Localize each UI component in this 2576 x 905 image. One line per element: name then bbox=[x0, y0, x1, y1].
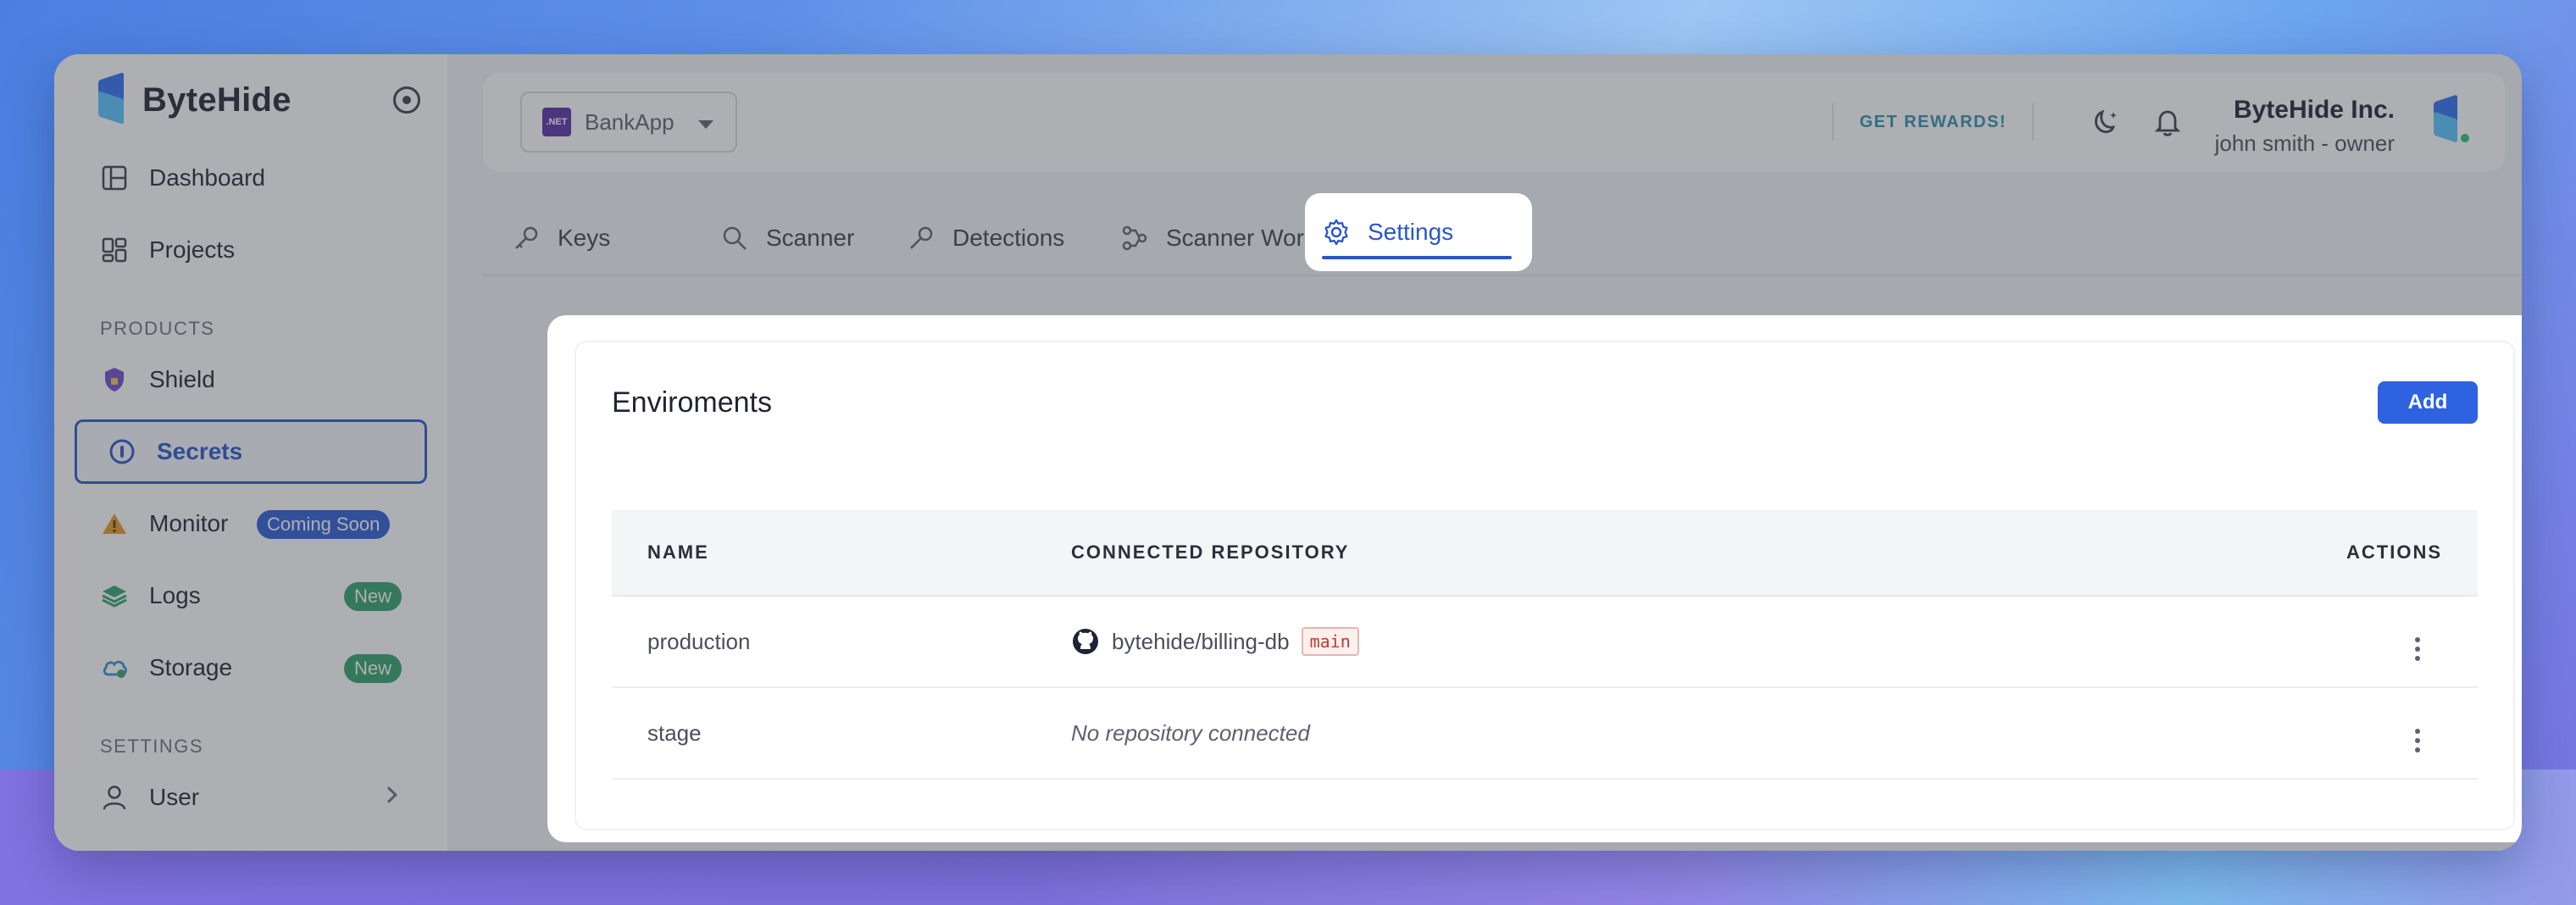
branch-badge: main bbox=[1301, 627, 1359, 656]
monitor-icon bbox=[100, 509, 129, 538]
top-bar: .NET BankApp GET REWARDS! ByteHide Inc. … bbox=[483, 73, 2505, 171]
avatar[interactable] bbox=[2430, 94, 2471, 147]
workflow-icon bbox=[1120, 224, 1149, 253]
github-icon bbox=[1073, 629, 1098, 654]
logs-icon bbox=[100, 581, 129, 610]
tab-settings[interactable]: Settings bbox=[1305, 193, 1532, 271]
sidebar-item-storage[interactable]: Storage New bbox=[75, 636, 427, 700]
brand[interactable]: ByteHide bbox=[75, 71, 427, 129]
sidebar-item-user[interactable]: User bbox=[75, 765, 427, 830]
sidebar-item-logs[interactable]: Logs New bbox=[75, 564, 427, 628]
tab-label: Detections bbox=[952, 225, 1065, 251]
storage-icon bbox=[100, 653, 129, 682]
repository-cell: bytehide/billing-db main bbox=[1071, 627, 2308, 656]
coming-soon-badge: Coming Soon bbox=[257, 510, 391, 539]
scanner-icon bbox=[720, 224, 749, 253]
actions-cell bbox=[2308, 622, 2478, 661]
user-role: john smith - owner bbox=[2214, 130, 2395, 156]
products-section-label: PRODUCTS bbox=[100, 318, 215, 339]
sidebar-item-secrets[interactable]: Secrets bbox=[75, 419, 427, 484]
table-row: production bytehide/billing-db main bbox=[612, 597, 2478, 688]
dashboard-icon bbox=[100, 164, 129, 192]
sidebar-item-label: Secrets bbox=[157, 438, 243, 464]
more-options-icon[interactable] bbox=[2415, 729, 2420, 752]
sidebar-item-monitor[interactable]: Monitor Coming Soon bbox=[75, 491, 427, 556]
tab-settings-spotlight: Settings bbox=[1305, 193, 1532, 280]
new-badge: New bbox=[343, 654, 402, 683]
brand-name: ByteHide bbox=[142, 81, 291, 119]
tab-scanner[interactable]: Scanner bbox=[720, 202, 854, 275]
tab-keys[interactable]: Keys bbox=[512, 202, 610, 275]
table-header: NAME CONNECTED REPOSITORY ACTIONS bbox=[612, 510, 2478, 597]
sidebar-item-label: Storage bbox=[149, 654, 233, 680]
app-window: ByteHide Dashboard Projects PRODUCTS Shi… bbox=[54, 54, 2522, 851]
project-name: BankApp bbox=[585, 108, 675, 135]
tab-label: Settings bbox=[1368, 219, 1454, 245]
page-title: Enviroments bbox=[612, 386, 772, 419]
content-panel: Enviroments Add NAME CONNECTED REPOSITOR… bbox=[547, 315, 2522, 842]
repository-name[interactable]: bytehide/billing-db bbox=[1112, 629, 1290, 655]
sidebar-item-label: Projects bbox=[149, 236, 236, 263]
gear-icon bbox=[1322, 218, 1351, 247]
column-header-actions: ACTIONS bbox=[2346, 541, 2442, 563]
column-header-name: NAME bbox=[647, 541, 709, 563]
shield-icon bbox=[100, 365, 129, 394]
actions-cell bbox=[2308, 713, 2478, 752]
column-header-repository: CONNECTED REPOSITORY bbox=[1071, 541, 1350, 563]
sidebar-item-projects[interactable]: Projects bbox=[75, 218, 427, 282]
bell-icon[interactable] bbox=[2151, 105, 2185, 139]
new-badge: New bbox=[343, 582, 402, 611]
org-info[interactable]: ByteHide Inc. john smith - owner bbox=[2215, 92, 2395, 158]
sidebar: ByteHide Dashboard Projects PRODUCTS Shi… bbox=[54, 54, 447, 851]
project-select[interactable]: .NET BankApp bbox=[520, 92, 737, 153]
environments-table: NAME CONNECTED REPOSITORY ACTIONS produc… bbox=[612, 510, 2478, 780]
sidebar-item-shield[interactable]: Shield bbox=[75, 347, 427, 412]
chevron-right-icon bbox=[380, 786, 397, 803]
caret-down-icon bbox=[698, 120, 713, 129]
sidebar-item-label: User bbox=[149, 784, 200, 810]
sidebar-item-label: Logs bbox=[149, 582, 201, 608]
sidebar-item-label: Monitor bbox=[149, 510, 229, 536]
get-rewards-button[interactable]: GET REWARDS! bbox=[1832, 103, 2034, 141]
detections-icon bbox=[907, 224, 935, 253]
settings-section-label: SETTINGS bbox=[100, 736, 204, 757]
environment-name: stage bbox=[647, 719, 702, 746]
tab-detections[interactable]: Detections bbox=[907, 202, 1064, 275]
add-environment-button[interactable]: Add bbox=[2378, 381, 2478, 424]
projects-icon bbox=[100, 236, 129, 264]
moon-icon[interactable] bbox=[2090, 105, 2124, 139]
sidebar-item-label: Shield bbox=[149, 366, 215, 392]
sidebar-toggle-icon[interactable] bbox=[393, 86, 420, 114]
secrets-icon bbox=[108, 437, 136, 466]
environments-card: Enviroments Add NAME CONNECTED REPOSITOR… bbox=[575, 341, 2515, 830]
environment-name: production bbox=[647, 628, 751, 654]
sidebar-item-dashboard[interactable]: Dashboard bbox=[75, 146, 427, 210]
bytehide-logo-icon bbox=[95, 72, 130, 125]
tab-label: Keys bbox=[558, 225, 611, 251]
tab-label: Scanner bbox=[766, 225, 855, 251]
table-row: stage No repository connected bbox=[612, 688, 2478, 780]
dotnet-icon: .NET bbox=[542, 108, 571, 136]
no-repository-text: No repository connected bbox=[1071, 719, 1310, 746]
sidebar-item-label: Dashboard bbox=[149, 164, 265, 191]
online-status-icon bbox=[2459, 132, 2471, 144]
key-icon bbox=[512, 224, 541, 253]
more-options-icon[interactable] bbox=[2415, 637, 2420, 661]
org-name: ByteHide Inc. bbox=[2233, 96, 2395, 124]
user-icon bbox=[100, 783, 129, 812]
